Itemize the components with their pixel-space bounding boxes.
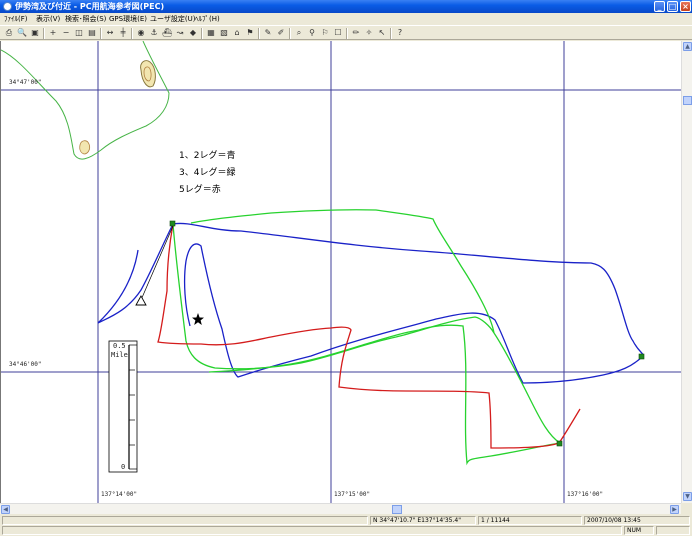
scale-top-value: 0.5 — [113, 342, 126, 350]
latitude-label: 34°46'00" — [9, 361, 42, 368]
menu-search[interactable]: 検索･照会(S) — [65, 13, 106, 25]
measure-icon[interactable]: ↔ — [105, 28, 115, 38]
print-icon[interactable]: ⎙ — [4, 28, 14, 38]
zoom-in-icon[interactable]: + — [48, 28, 58, 38]
longitude-label: 137°15'00" — [334, 491, 371, 498]
close-button[interactable]: × — [680, 1, 691, 12]
menu-view[interactable]: 表示(V) — [36, 13, 60, 25]
blue-track[interactable] — [97, 222, 644, 384]
vertical-scroll-thumb[interactable] — [683, 96, 692, 105]
toolbar-separator — [390, 28, 392, 39]
status-bar: N 34°47'10.7" E137°14'35.4" 1 / 11144 20… — [0, 514, 692, 536]
map-icon[interactable]: ▧ — [219, 28, 229, 38]
menu-help[interactable]: ﾍﾙﾌﾟ(H) — [195, 13, 220, 25]
islet — [140, 60, 156, 88]
scroll-left-button[interactable]: ◀ — [1, 505, 10, 514]
tag-icon[interactable]: ⌂ — [232, 28, 242, 38]
horizontal-scrollbar[interactable]: ◀ ▶ — [0, 503, 681, 514]
status-pane-empty — [2, 516, 368, 525]
save-icon[interactable]: ▣ — [30, 28, 40, 38]
star-marker-icon[interactable] — [192, 313, 204, 325]
toolbar-separator — [43, 28, 45, 39]
scroll-down-button[interactable]: ▼ — [683, 492, 692, 501]
vertical-scrollbar[interactable]: ▲ ▼ — [681, 41, 692, 503]
chart-canvas[interactable] — [1, 41, 681, 503]
toolbar: ⎙ 🔍 ▣ + − ◫ ▤ ↔ ╪ ◉ ⚓ ⛴ ↝ ◆ ▦ ▧ ⌂ ⚑ ✎ ✐ ⌕ ⚲ ⚐ ☐ ✏ ✧ ↖? — [0, 25, 692, 40]
flag-icon[interactable]: ⚑ — [245, 28, 255, 38]
help-icon[interactable]: ? — [395, 28, 405, 38]
scale-bottom-value: 0 — [121, 463, 126, 471]
waypoint-marker[interactable] — [638, 353, 645, 360]
grid-icon[interactable]: ▦ — [206, 28, 216, 38]
note-icon[interactable]: ✎ — [263, 28, 273, 38]
legend-blue: 1、2レグ＝青 — [179, 151, 236, 161]
menu-user-settings[interactable]: ユーザ設定(U) — [150, 13, 195, 25]
triangle-marker-icon[interactable] — [135, 295, 147, 306]
cursor-icon[interactable]: ↖ — [377, 28, 387, 38]
mark-icon[interactable]: ◆ — [188, 28, 198, 38]
status-scale: 1 / 11144 — [478, 516, 582, 525]
pencil-icon[interactable]: ✏ — [351, 28, 361, 38]
box-icon[interactable]: ☐ — [333, 28, 343, 38]
menu-bar: ﾌｧｲﾙ(F) 表示(V) 検索･照会(S) GPS環境(E) ユーザ設定(U)… — [0, 13, 692, 25]
toolbar-separator — [346, 28, 348, 39]
menu-gps[interactable]: GPS環境(E) — [109, 13, 147, 25]
binoculars-icon[interactable]: ◉ — [136, 28, 146, 38]
route-icon[interactable]: ↝ — [175, 28, 185, 38]
pin-icon[interactable]: ⚲ — [307, 28, 317, 38]
title-bar[interactable]: 伊勢湾及び付近 - PC用航海参考図(PEC) _ □ × — [0, 0, 692, 13]
status-num: NUM — [624, 526, 654, 535]
page-icon[interactable]: ▤ — [87, 28, 97, 38]
status-position: N 34°47'10.7" E137°14'35.4" — [370, 516, 476, 525]
islet — [79, 140, 91, 155]
scroll-up-button[interactable]: ▲ — [683, 42, 692, 51]
status-datetime: 2007/10/08 13:45 — [584, 516, 690, 525]
legend-red: 5レグ＝赤 — [179, 185, 221, 195]
toolbar-separator — [289, 28, 291, 39]
toolbar-separator — [131, 28, 133, 39]
flag2-icon[interactable]: ⚐ — [320, 28, 330, 38]
application-window: 伊勢湾及び付近 - PC用航海参考図(PEC) _ □ × ﾌｧｲﾙ(F) 表示… — [0, 0, 692, 536]
toolbar-separator — [201, 28, 203, 39]
maximize-button[interactable]: □ — [667, 1, 678, 12]
waypoint-marker[interactable] — [169, 220, 176, 227]
waypoint-marker[interactable] — [556, 440, 563, 447]
ship-icon[interactable]: ⛴ — [162, 28, 172, 38]
toolbar-separator — [100, 28, 102, 39]
horizontal-scroll-thumb[interactable] — [392, 505, 402, 514]
longitude-label: 137°16'00" — [567, 491, 604, 498]
scroll-right-button[interactable]: ▶ — [670, 505, 679, 514]
pen-icon[interactable]: ✐ — [276, 28, 286, 38]
scale-unit: Mile — [111, 351, 128, 359]
zoom-out-icon[interactable]: − — [61, 28, 71, 38]
menu-file[interactable]: ﾌｧｲﾙ(F) — [4, 13, 28, 25]
longitude-label: 137°14'00" — [101, 491, 138, 498]
minimize-button[interactable]: _ — [654, 1, 665, 12]
scale-bar-frame — [108, 340, 138, 473]
status-pane-lower — [2, 526, 622, 535]
search-mark-icon[interactable]: ⌕ — [294, 28, 304, 38]
anchor-icon[interactable]: ⚓ — [149, 28, 159, 38]
status-pane-extra — [656, 526, 690, 535]
window-title: 伊勢湾及び付近 - PC用航海参考図(PEC) — [15, 2, 165, 11]
compass-icon[interactable]: ✧ — [364, 28, 374, 38]
red-track[interactable] — [157, 223, 581, 449]
chart-view[interactable]: 34°47'00" 34°46'00" 137°14'00" 137°15'00… — [0, 41, 681, 503]
toolbar-separator — [258, 28, 260, 39]
app-icon[interactable] — [3, 2, 12, 11]
green-track[interactable] — [208, 324, 562, 466]
legend-green: 3、4レグ＝緑 — [179, 168, 236, 178]
fit-icon[interactable]: ◫ — [74, 28, 84, 38]
print-preview-icon[interactable]: 🔍 — [17, 28, 27, 38]
ruler-icon[interactable]: ╪ — [118, 28, 128, 38]
latitude-label: 34°47'00" — [9, 79, 42, 86]
